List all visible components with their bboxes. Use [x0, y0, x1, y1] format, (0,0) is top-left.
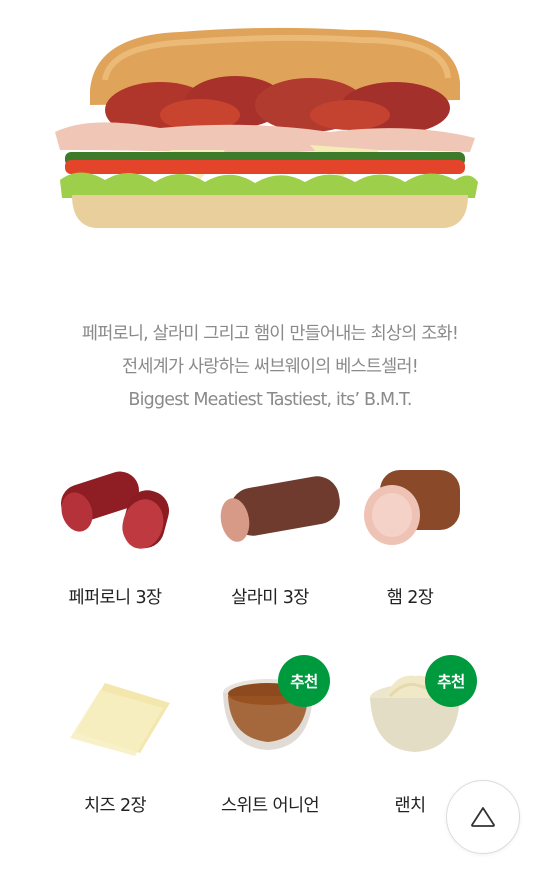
ingredient-cheese: 치즈 2장 — [30, 668, 200, 828]
scroll-to-top-button[interactable] — [446, 780, 520, 854]
ingredient-ham: 햄 2장 — [325, 460, 495, 620]
recommend-badge: 추천 — [425, 655, 477, 707]
ingredient-label: 치즈 2장 — [84, 796, 147, 816]
menu-description: 페퍼로니, 살라미 그리고 햄이 만들어내는 최상의 조화! 전세계가 사랑하는… — [0, 318, 540, 417]
pepperoni-image — [61, 471, 170, 549]
ingredient-pepperoni: 페퍼로니 3장 — [30, 460, 200, 620]
triangle-up-icon — [471, 807, 495, 827]
description-line-1: 페퍼로니, 살라미 그리고 햄이 만들어내는 최상의 조화! — [81, 324, 459, 344]
salami-image — [220, 476, 340, 542]
ingredient-label: 페퍼로니 3장 — [68, 588, 163, 608]
ham-image — [364, 470, 460, 545]
description-line-3: Biggest Meatiest Tastiest, its’ B.M.T. — [128, 390, 412, 410]
description-line-2: 전세계가 사랑하는 써브웨이의 베스트셀러! — [122, 357, 419, 377]
sandwich-image — [55, 27, 478, 228]
cheese-image — [70, 683, 170, 756]
ingredient-label: 햄 2장 — [386, 588, 434, 608]
recommend-badge: 추천 — [278, 655, 330, 707]
